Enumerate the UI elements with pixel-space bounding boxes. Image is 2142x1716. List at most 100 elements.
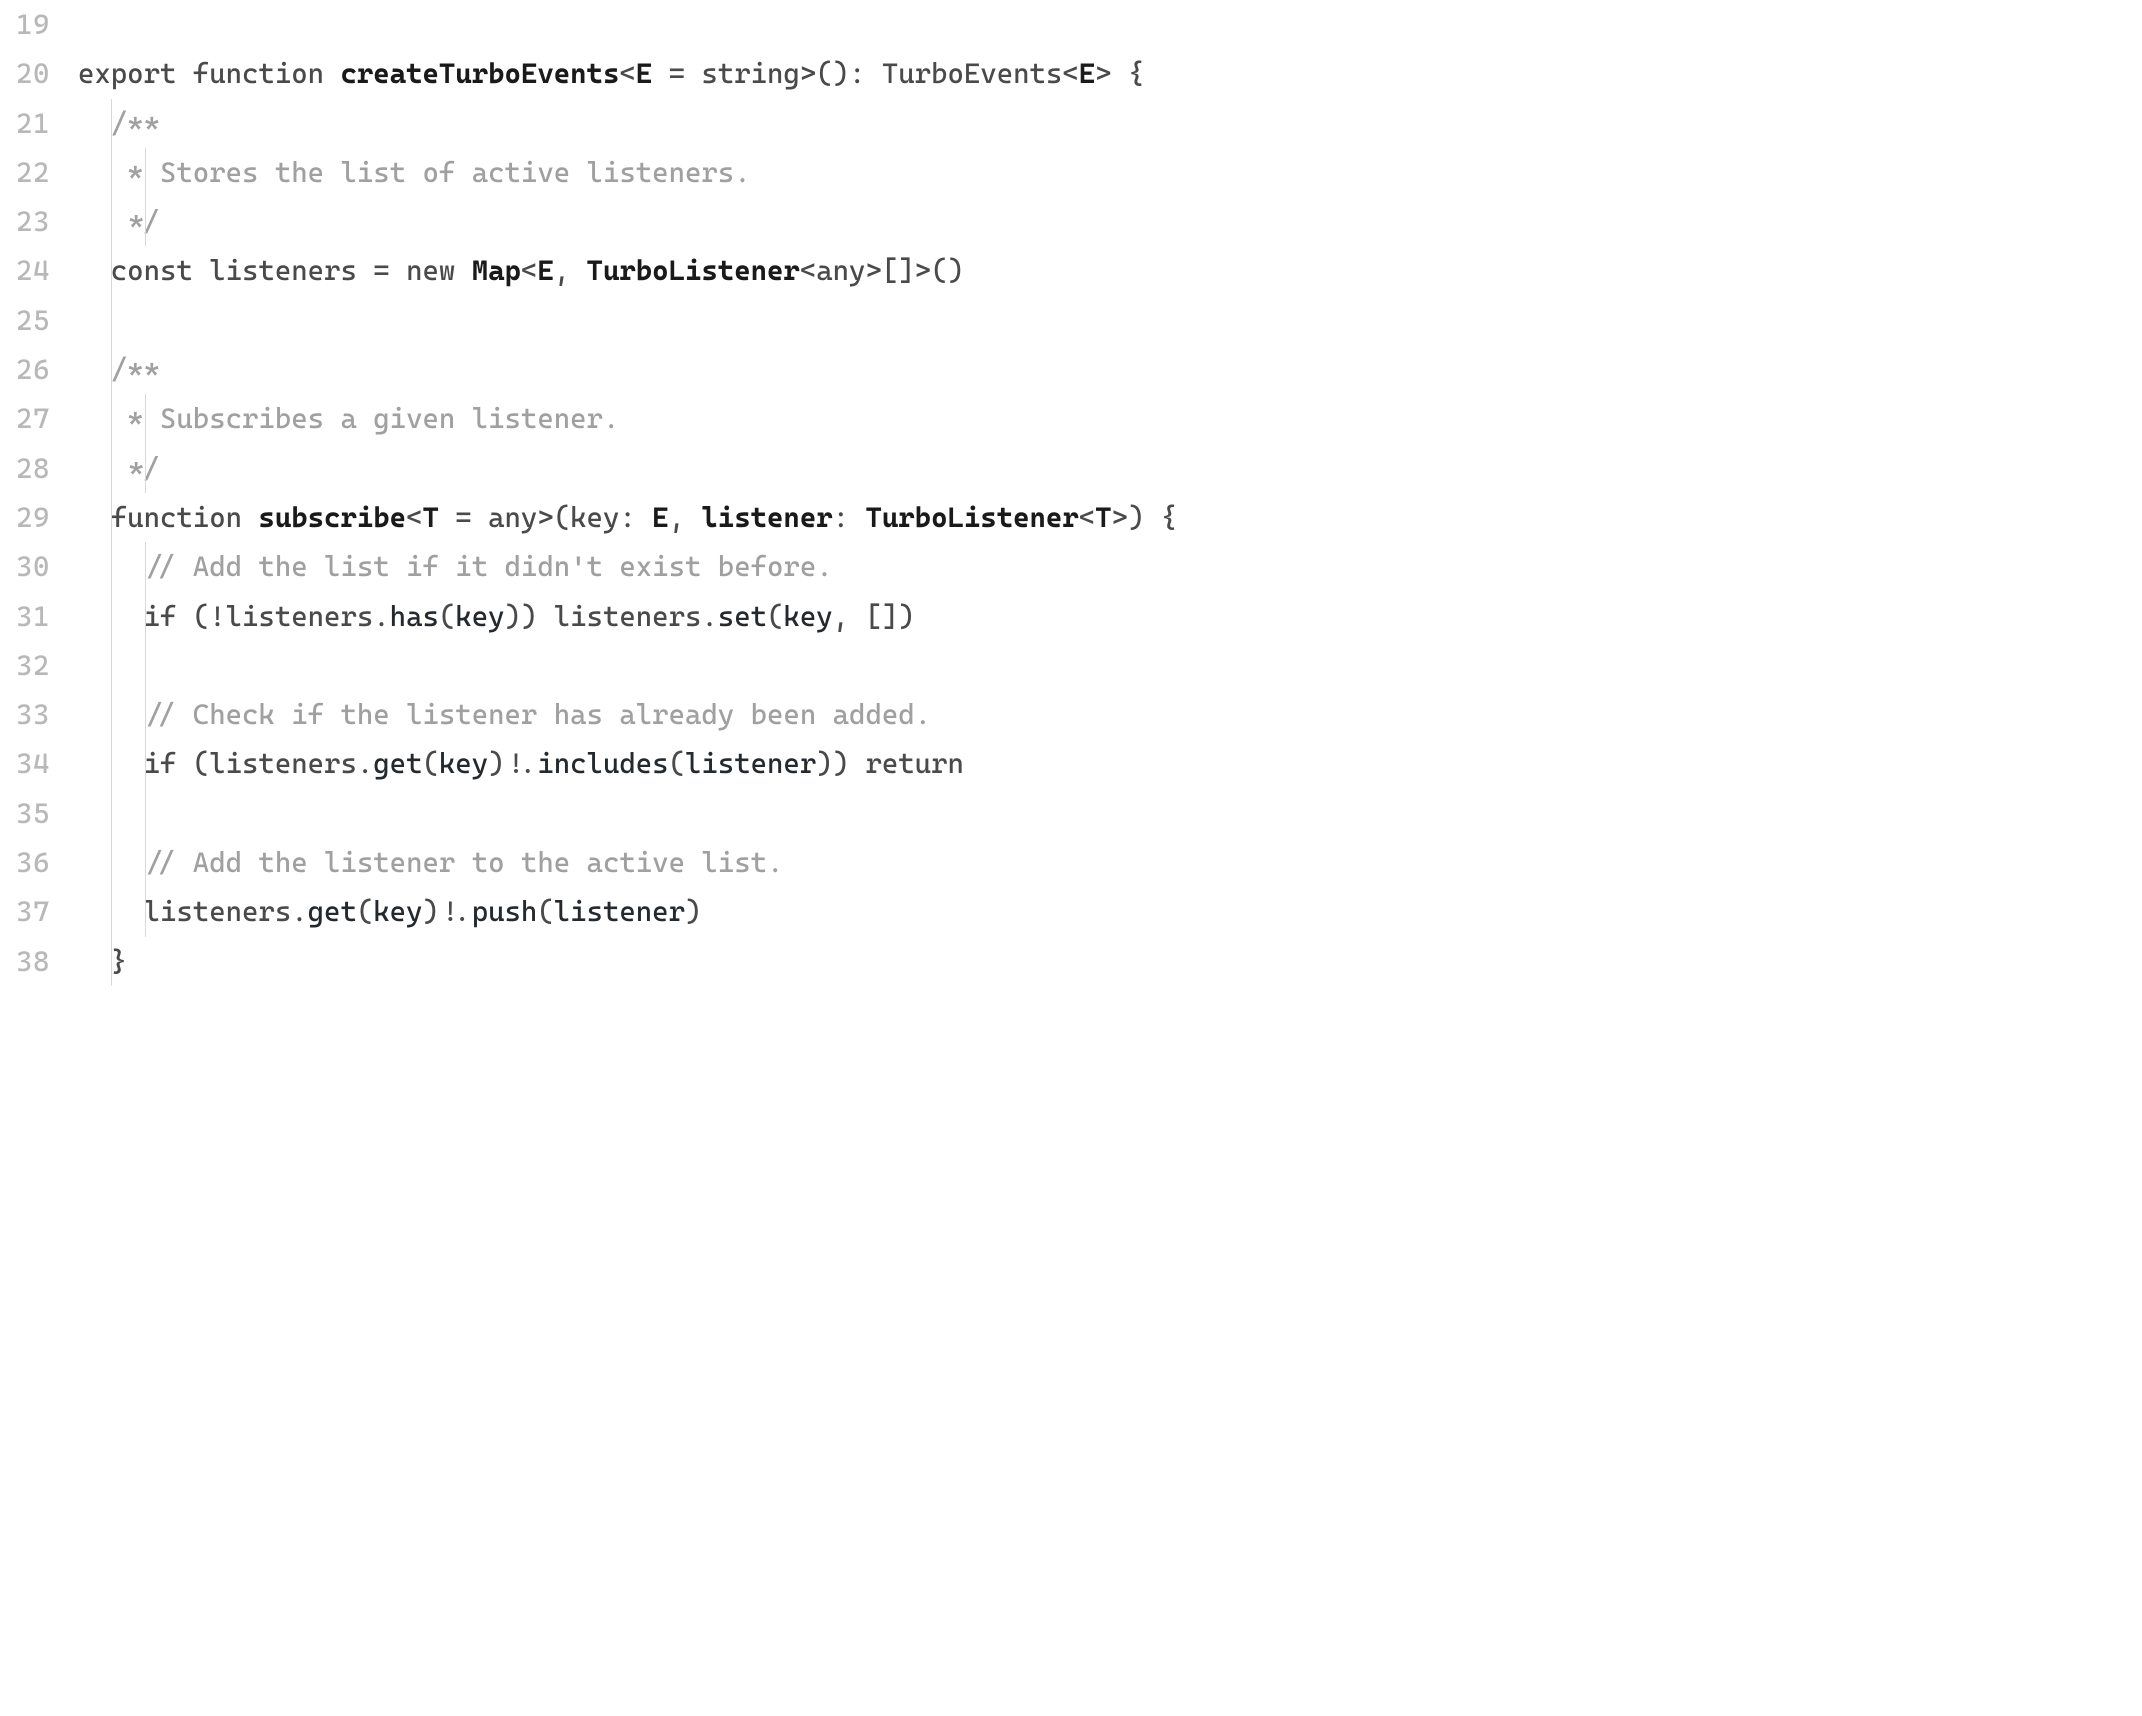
method-name: set — [718, 600, 767, 633]
code-line[interactable]: * Stores the list of active listeners. — [78, 148, 2142, 197]
comment: /** — [111, 107, 160, 140]
code-line[interactable]: // Add the listener to the active list. — [78, 838, 2142, 887]
text: = any>( — [439, 501, 570, 534]
comment: // Add the listener to the active list. — [144, 846, 784, 879]
line-number: 36 — [16, 838, 50, 887]
punct: < — [521, 254, 537, 287]
line-number: 23 — [16, 197, 50, 246]
line-number: 24 — [16, 246, 50, 295]
text: )!. — [488, 747, 537, 780]
type-param: E — [1079, 57, 1095, 90]
text: listeners. — [144, 895, 308, 928]
punct: ( — [767, 600, 783, 633]
code-line[interactable]: if (!listeners.has(key)) listeners.set(k… — [78, 592, 2142, 641]
punct: , — [669, 501, 702, 534]
method-name: push — [472, 895, 538, 928]
code-line[interactable]: const listeners = new Map<E, TurboListen… — [78, 246, 2142, 295]
identifier: key — [373, 895, 422, 928]
comment: // Check if the listener has already bee… — [144, 698, 932, 731]
identifier: listener — [554, 895, 685, 928]
code-line[interactable]: if (listeners.get(key)!.includes(listene… — [78, 739, 2142, 788]
code-line[interactable]: function subscribe<T = any>(key: E, list… — [78, 493, 2142, 542]
code-line[interactable]: */ — [78, 197, 2142, 246]
code-line[interactable]: } — [78, 937, 2142, 986]
type-name: TurboListener — [865, 501, 1078, 534]
identifier: key — [439, 747, 488, 780]
code-line[interactable]: // Add the list if it didn't exist befor… — [78, 542, 2142, 591]
comment: /** — [111, 353, 160, 386]
line-number: 27 — [16, 394, 50, 443]
method-name: includes — [537, 747, 668, 780]
punct: < — [1062, 57, 1078, 90]
comment: // Add the list if it didn't exist befor… — [144, 550, 833, 583]
return-type: TurboEvents — [882, 57, 1062, 90]
code-line[interactable] — [78, 296, 2142, 345]
text: if (!listeners. — [144, 600, 390, 633]
line-number: 32 — [16, 641, 50, 690]
type-param: E — [636, 57, 652, 90]
type-name: TurboListener — [587, 254, 800, 287]
punct: ( — [422, 747, 438, 780]
punct: < — [619, 57, 635, 90]
text: )!. — [422, 895, 471, 928]
line-number: 31 — [16, 592, 50, 641]
punct: } — [111, 945, 127, 978]
code-line[interactable]: /** — [78, 345, 2142, 394]
line-number: 37 — [16, 887, 50, 936]
line-number: 19 — [16, 0, 50, 49]
line-number: 25 — [16, 296, 50, 345]
text: const listeners = new — [111, 254, 472, 287]
line-number: 38 — [16, 937, 50, 986]
punct: ) — [685, 895, 701, 928]
comment: * Stores the list of active listeners. — [111, 156, 751, 189]
identifier: listener — [685, 747, 816, 780]
line-number: 29 — [16, 493, 50, 542]
code-line[interactable]: // Check if the listener has already bee… — [78, 690, 2142, 739]
keyword-export: export — [78, 57, 176, 90]
punct: : — [833, 501, 866, 534]
param-name: key — [570, 501, 619, 534]
code-line[interactable]: /** — [78, 99, 2142, 148]
line-number: 26 — [16, 345, 50, 394]
punct: : — [619, 501, 652, 534]
identifier: key — [455, 600, 504, 633]
line-number: 35 — [16, 789, 50, 838]
punct: < — [406, 501, 422, 534]
text: = string>(): — [652, 57, 882, 90]
punct: > { — [1095, 57, 1144, 90]
line-number: 21 — [16, 99, 50, 148]
punct: ( — [439, 600, 455, 633]
code-line[interactable]: export function createTurboEvents<E = st… — [78, 49, 2142, 98]
type-name: E — [652, 501, 668, 534]
type-param: T — [422, 501, 438, 534]
text: if (listeners. — [144, 747, 374, 780]
line-number: 22 — [16, 148, 50, 197]
code-line[interactable]: listeners.get(key)!.push(listener) — [78, 887, 2142, 936]
code-line[interactable] — [78, 0, 2142, 49]
code-line[interactable] — [78, 641, 2142, 690]
param-name: listener — [701, 501, 832, 534]
code-line[interactable]: */ — [78, 444, 2142, 493]
keyword-function: function — [193, 57, 324, 90]
line-number-gutter: 19 20 21 22 23 24 25 26 27 28 29 30 31 3… — [0, 0, 78, 986]
punct: < — [1079, 501, 1095, 534]
type-param: E — [537, 254, 553, 287]
punct: , — [554, 254, 587, 287]
text: )) return — [816, 747, 964, 780]
code-editor: 19 20 21 22 23 24 25 26 27 28 29 30 31 3… — [0, 0, 2142, 986]
comment: * Subscribes a given listener. — [111, 402, 620, 435]
punct: ( — [537, 895, 553, 928]
code-line[interactable]: * Subscribes a given listener. — [78, 394, 2142, 443]
code-content[interactable]: export function createTurboEvents<E = st… — [78, 0, 2142, 986]
line-number: 34 — [16, 739, 50, 788]
punct: , []) — [833, 600, 915, 633]
punct: ( — [357, 895, 373, 928]
code-line[interactable] — [78, 789, 2142, 838]
method-name: get — [373, 747, 422, 780]
function-name: subscribe — [258, 501, 406, 534]
punct: <any>[]>() — [800, 254, 964, 287]
line-number: 33 — [16, 690, 50, 739]
punct: ( — [669, 747, 685, 780]
keyword-function: function — [111, 501, 259, 534]
line-number: 28 — [16, 444, 50, 493]
